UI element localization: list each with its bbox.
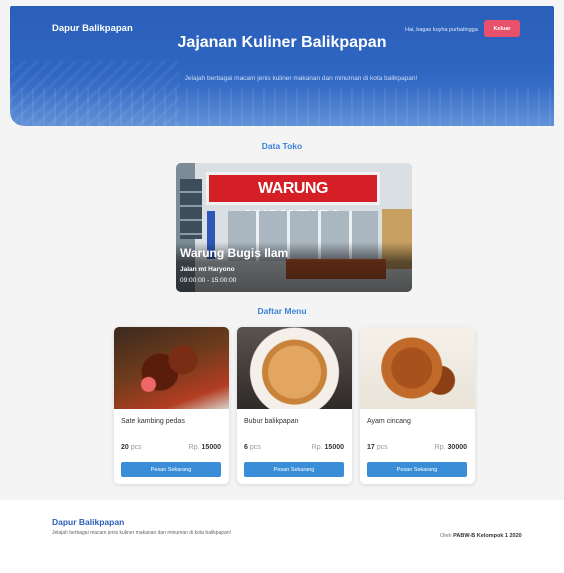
menu-card: Bubur balikpapan 6 pcs Rp. 15000 Pesan S… <box>237 327 352 484</box>
menu-stock-unit: pcs <box>249 444 261 451</box>
store-address: Jalan mt Haryono <box>180 266 235 273</box>
hero-title: Jajanan Kuliner Balikpapan <box>177 34 387 51</box>
hero-skyline <box>10 88 554 126</box>
footer-tagline: Jelajah berbagai macam jenis kuliner mak… <box>52 530 231 536</box>
menu-price-prefix: Rp. <box>188 444 200 451</box>
store-photo-window <box>180 179 202 239</box>
order-button[interactable]: Pesan Sekarang <box>367 462 467 477</box>
footer-credit-team: PABW-B Kelompok 1 2020 <box>453 533 522 539</box>
hero-subtitle: Jelajah berbagai macam jenis kuliner mak… <box>184 75 418 82</box>
menu-stock-unit: pcs <box>130 444 142 451</box>
menu-price-value: 30000 <box>447 444 467 451</box>
menu-price: Rp. 30000 <box>435 444 467 451</box>
store-name: Warung Bugis Ilam <box>180 246 289 260</box>
menu-stock-unit: pcs <box>376 444 388 451</box>
menu-section-title: Daftar Menu <box>257 306 307 316</box>
menu-name: Bubur balikpapan <box>244 418 299 425</box>
menu-stock-count: 6 <box>244 444 248 451</box>
menu-card: Sate kambing pedas 20 pcs Rp. 15000 Pesa… <box>114 327 229 484</box>
menu-photo <box>237 327 352 409</box>
store-sign: WARUNG NUSANTARA <box>206 172 380 225</box>
hero-banner: Dapur Balikpapan Hai, bagas kuyha purbal… <box>10 6 554 126</box>
menu-stock-count: 20 <box>121 444 129 451</box>
menu-price-value: 15000 <box>324 444 344 451</box>
footer-credit: Oleh PABW-B Kelompok 1 2020 <box>440 533 522 539</box>
order-button[interactable]: Pesan Sekarang <box>121 462 221 477</box>
menu-price-prefix: Rp. <box>434 444 446 451</box>
menu-price: Rp. 15000 <box>312 444 344 451</box>
menu-photo <box>360 327 475 409</box>
menu-stock: 20 pcs <box>121 444 142 451</box>
footer-credit-prefix: Oleh <box>440 533 452 539</box>
menu-name: Sate kambing pedas <box>121 418 185 425</box>
menu-stock-count: 17 <box>367 444 375 451</box>
menu-card: Ayam cincang 17 pcs Rp. 30000 Pesan Seka… <box>360 327 475 484</box>
nav-brand[interactable]: Dapur Balikpapan <box>52 23 133 34</box>
footer-brand: Dapur Balikpapan <box>52 517 125 527</box>
menu-stock: 17 pcs <box>367 444 388 451</box>
menu-price-value: 15000 <box>201 444 221 451</box>
store-hours: 09:00:00 - 15:00:00 <box>180 277 237 284</box>
menu-photo <box>114 327 229 409</box>
menu-stock: 6 pcs <box>244 444 261 451</box>
order-button[interactable]: Pesan Sekarang <box>244 462 344 477</box>
user-greeting: Hai, bagas kuyha purbalingga <box>405 27 478 33</box>
menu-price-prefix: Rp. <box>311 444 323 451</box>
menu-name: Ayam cincang <box>367 418 411 425</box>
store-card[interactable]: WARUNG NUSANTARA Warung Bugis Ilam Jalan… <box>176 163 412 292</box>
menu-price: Rp. 15000 <box>189 444 221 451</box>
store-section-title: Data Toko <box>261 141 303 151</box>
